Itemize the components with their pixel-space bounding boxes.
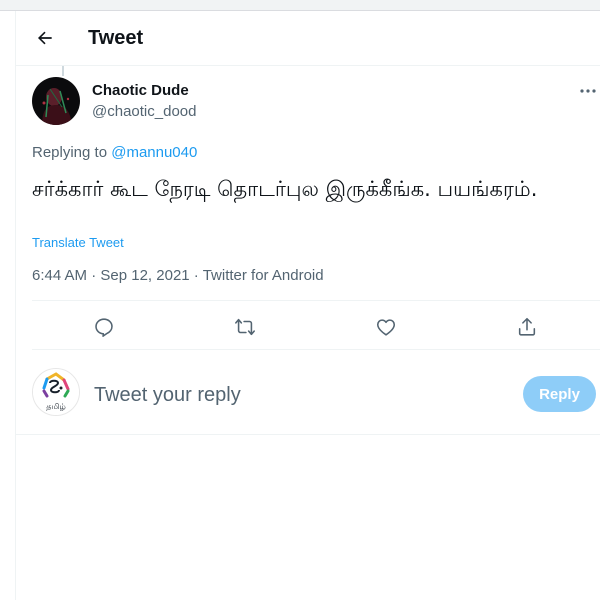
reply-button[interactable] xyxy=(91,314,117,340)
retweet-icon xyxy=(235,318,255,336)
translate-tweet-link[interactable]: Translate Tweet xyxy=(32,235,124,250)
meta-separator: · xyxy=(189,267,203,284)
current-user-avatar[interactable]: தமிழ் xyxy=(32,368,80,416)
meta-separator: · xyxy=(87,267,101,284)
author-avatar[interactable] xyxy=(32,77,80,125)
tweet-text: சர்க்கார் கூட நேரடி தொடர்புல இருக்கீங்க.… xyxy=(32,177,538,201)
more-horizontal-icon xyxy=(580,89,596,93)
arrow-left-icon xyxy=(38,31,52,45)
browser-chrome-strip xyxy=(0,0,600,11)
tweet-date[interactable]: Sep 12, 2021 xyxy=(100,267,189,284)
more-options-button[interactable] xyxy=(576,81,600,101)
reply-icon xyxy=(95,318,113,337)
tweet-meta: 6:44 AM · Sep 12, 2021 · Twitter for And… xyxy=(32,267,324,284)
tweet-detail-column: Tweet Chaotic Dude @chaotic_dood Replyin… xyxy=(16,11,600,600)
author-avatar-image xyxy=(32,77,80,125)
tweet-source[interactable]: Twitter for Android xyxy=(203,267,324,284)
page-header: Tweet xyxy=(16,11,600,66)
replying-to: Replying to @mannu040 xyxy=(32,144,197,161)
divider xyxy=(32,300,600,301)
reply-input[interactable]: Tweet your reply xyxy=(94,381,504,409)
reply-submit-button[interactable]: Reply xyxy=(523,376,596,412)
thread-connector-line xyxy=(62,66,64,76)
retweet-button[interactable] xyxy=(232,314,258,340)
like-icon xyxy=(376,319,396,336)
replying-to-handle-link[interactable]: @mannu040 xyxy=(111,144,197,161)
replying-prefix: Replying to xyxy=(32,144,112,161)
page-title: Tweet xyxy=(88,27,144,49)
author-name[interactable]: Chaotic Dude xyxy=(92,82,189,99)
current-user-avatar-image: தமிழ் xyxy=(33,369,79,415)
share-icon xyxy=(518,317,536,336)
tweet-time[interactable]: 6:44 AM xyxy=(32,267,87,284)
avatar-text: தமிழ் xyxy=(46,402,66,411)
back-button[interactable] xyxy=(30,23,60,53)
author-handle[interactable]: @chaotic_dood xyxy=(92,103,196,120)
divider xyxy=(16,434,600,435)
like-button[interactable] xyxy=(373,314,399,340)
share-button[interactable] xyxy=(514,314,540,340)
divider xyxy=(32,349,600,350)
